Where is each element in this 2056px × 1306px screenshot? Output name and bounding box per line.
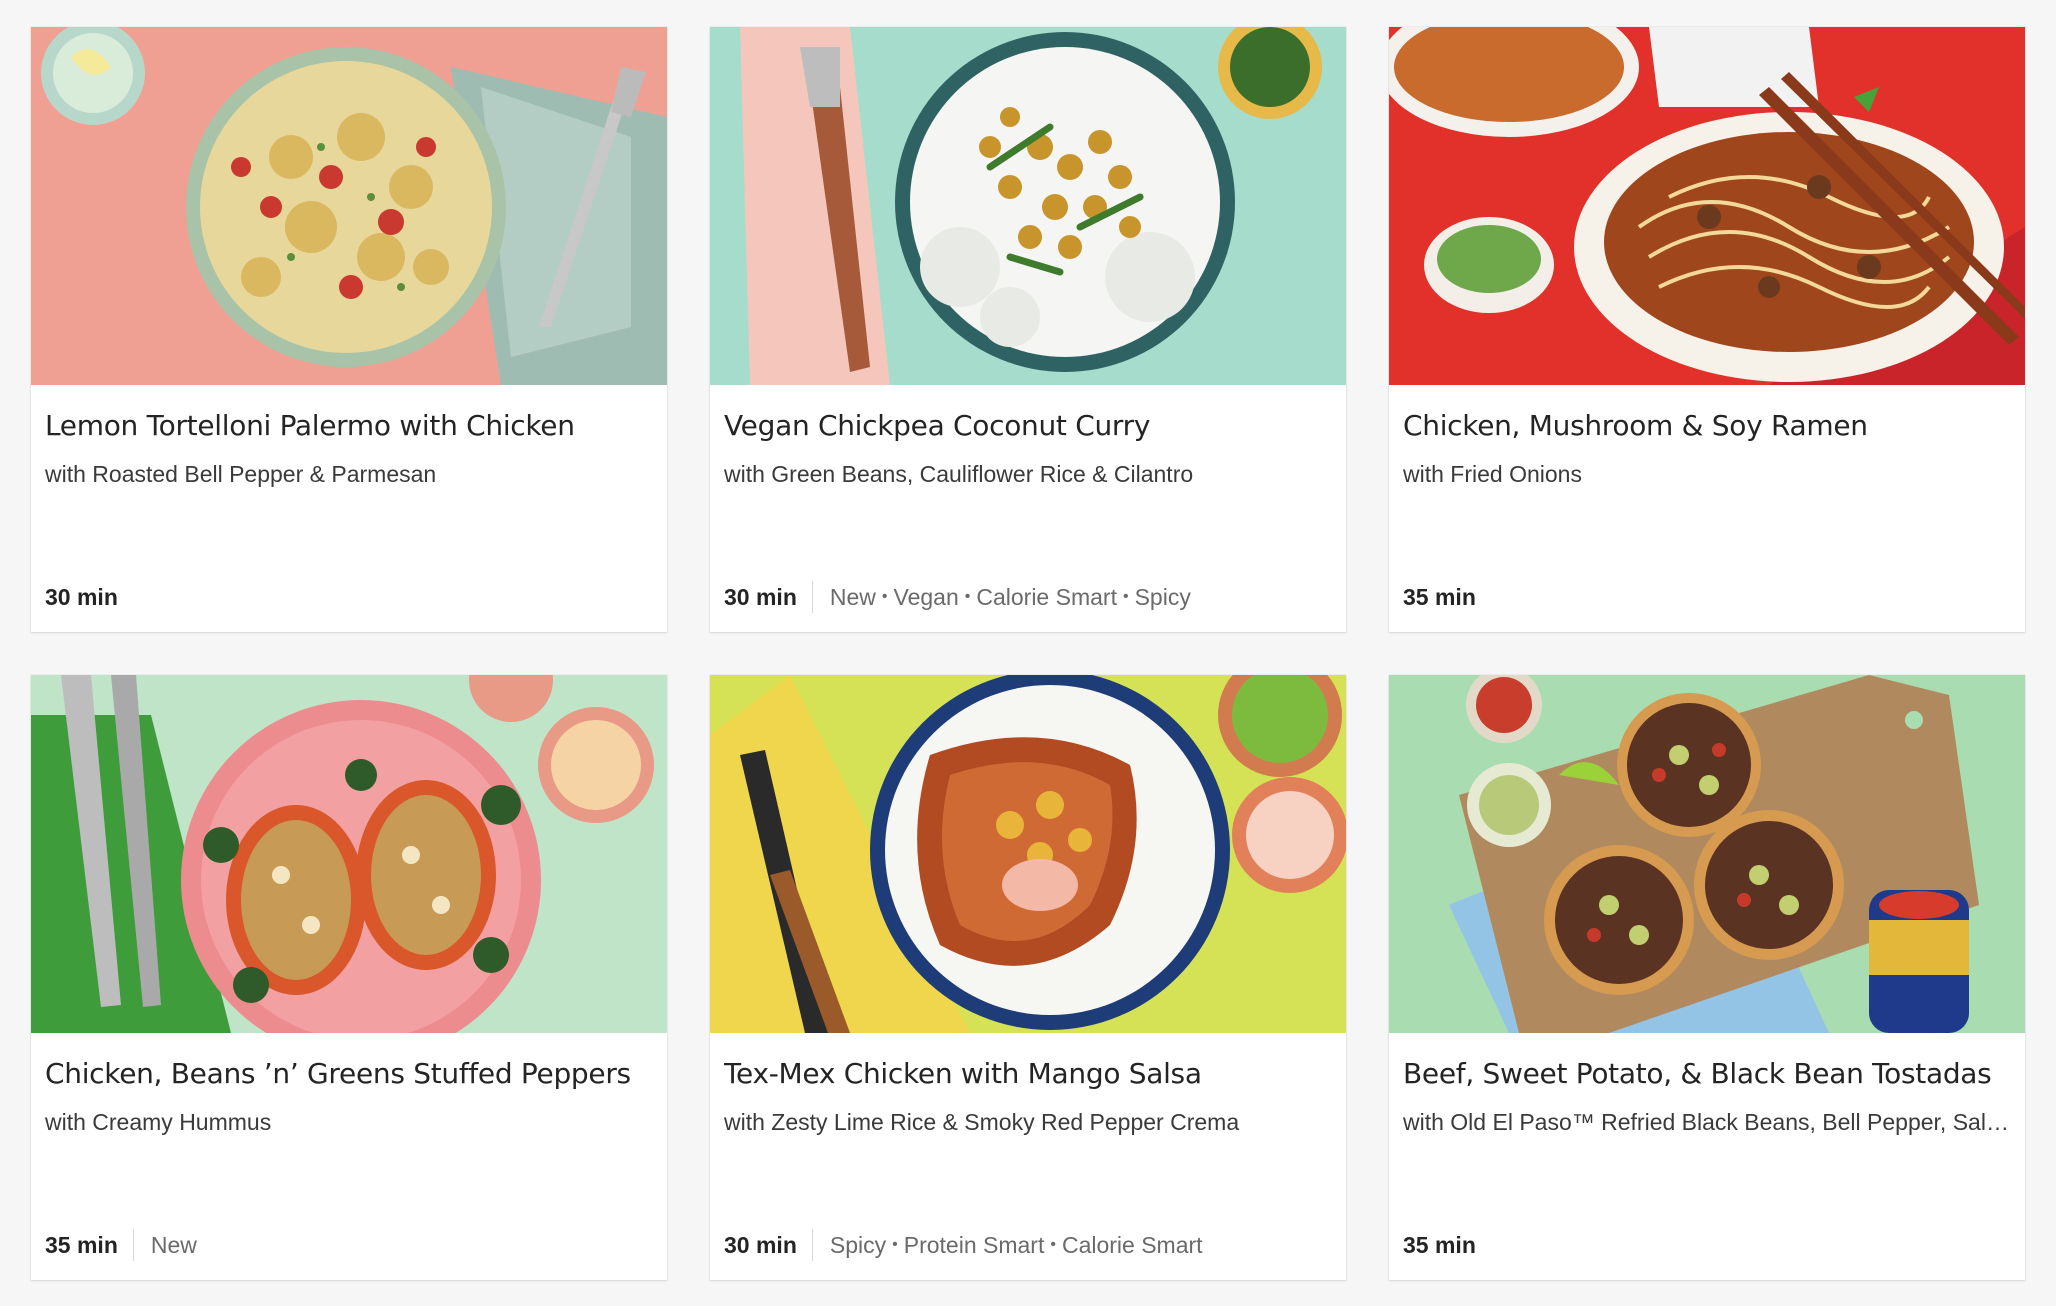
- meta-divider: [811, 581, 813, 613]
- recipe-meta: 35 min: [1403, 579, 2011, 615]
- cook-time: 30 min: [45, 583, 118, 610]
- recipe-subtitle: with Creamy Hummus: [45, 1109, 272, 1135]
- recipe-card[interactable]: Lemon Tortelloni Palermo with Chicken wi…: [31, 27, 667, 632]
- tag-separator: •: [892, 1236, 898, 1253]
- pasta-bowl-photo: [31, 27, 667, 385]
- recipe-subtitle: with Old El Paso™ Refried Black Beans, B…: [1403, 1109, 2011, 1135]
- recipe-meta: 35 min: [1403, 1227, 2011, 1263]
- tag-separator: •: [881, 588, 888, 605]
- recipe-image[interactable]: [1389, 27, 2025, 385]
- recipe-image[interactable]: [31, 675, 667, 1033]
- meta-divider: [811, 1229, 813, 1261]
- tag: Spicy: [1134, 583, 1191, 610]
- stuffed-peppers-photo: [31, 675, 667, 1033]
- tostadas-board-photo: [1389, 675, 2025, 1033]
- recipe-image[interactable]: [710, 27, 1346, 385]
- recipe-card[interactable]: Vegan Chickpea Coconut Curry with Green …: [710, 27, 1346, 632]
- recipe-image[interactable]: [31, 27, 667, 385]
- recipe-title[interactable]: Beef, Sweet Potato, & Black Bean Tostada…: [1403, 1057, 2011, 1090]
- recipe-image[interactable]: [1389, 675, 2025, 1033]
- recipe-title[interactable]: Vegan Chickpea Coconut Curry: [724, 409, 1332, 442]
- recipe-info: Chicken, Mushroom & Soy Ramen with Fried…: [1389, 385, 2025, 632]
- recipe-info: Beef, Sweet Potato, & Black Bean Tostada…: [1389, 1033, 2025, 1280]
- recipe-meta: 30 min Spicy • Protein Smart • Calorie S…: [724, 1227, 1332, 1263]
- recipe-card[interactable]: Chicken, Beans ’n’ Greens Stuffed Pepper…: [31, 675, 667, 1280]
- recipe-info: Lemon Tortelloni Palermo with Chicken wi…: [31, 385, 667, 632]
- recipe-meta: 35 min New: [45, 1227, 653, 1263]
- tag: Calorie Smart: [976, 583, 1117, 610]
- recipe-tags: New • Vegan • Calorie Smart • Spicy: [830, 584, 1191, 611]
- meta-divider: [132, 1229, 134, 1261]
- recipe-grid: Lemon Tortelloni Palermo with Chicken wi…: [31, 27, 2026, 1280]
- recipe-tags: New: [151, 1232, 197, 1259]
- recipe-info: Vegan Chickpea Coconut Curry with Green …: [710, 385, 1346, 632]
- recipe-tags: Spicy • Protein Smart • Calorie Smart: [830, 1232, 1203, 1259]
- chicken-rice-bowl-photo: [710, 675, 1346, 1033]
- tag-separator: •: [1050, 1236, 1056, 1253]
- recipe-card[interactable]: Tex-Mex Chicken with Mango Salsa with Ze…: [710, 675, 1346, 1280]
- recipe-subtitle: with Roasted Bell Pepper & Parmesan: [45, 461, 437, 487]
- tag: Spicy: [829, 1231, 887, 1258]
- cook-time: 35 min: [1403, 1231, 1476, 1258]
- recipe-meta: 30 min: [45, 579, 653, 615]
- cook-time: 35 min: [45, 1231, 118, 1258]
- cook-time: 35 min: [1403, 583, 1476, 610]
- cook-time: 30 min: [724, 1231, 797, 1258]
- recipe-meta: 30 min New • Vegan • Calorie Smart • Spi…: [724, 579, 1332, 615]
- cook-time: 30 min: [724, 583, 797, 610]
- recipe-subtitle: with Fried Onions: [1403, 461, 1582, 487]
- recipe-title[interactable]: Chicken, Mushroom & Soy Ramen: [1403, 409, 2011, 442]
- tag: Protein Smart: [903, 1231, 1045, 1258]
- recipe-subtitle: with Green Beans, Cauliflower Rice & Cil…: [724, 461, 1194, 487]
- tag-separator: •: [964, 588, 971, 605]
- curry-bowl-photo: [710, 27, 1346, 385]
- ramen-bowl-photo: [1389, 27, 2025, 385]
- tag: Vegan: [893, 583, 959, 610]
- recipe-title[interactable]: Tex-Mex Chicken with Mango Salsa: [724, 1057, 1332, 1090]
- recipe-image[interactable]: [710, 675, 1346, 1033]
- recipe-info: Chicken, Beans ’n’ Greens Stuffed Pepper…: [31, 1033, 667, 1280]
- recipe-card[interactable]: Chicken, Mushroom & Soy Ramen with Fried…: [1389, 27, 2025, 632]
- recipe-title[interactable]: Chicken, Beans ’n’ Greens Stuffed Pepper…: [45, 1057, 653, 1090]
- tag-separator: •: [1122, 588, 1129, 605]
- recipe-card[interactable]: Beef, Sweet Potato, & Black Bean Tostada…: [1389, 675, 2025, 1280]
- recipe-info: Tex-Mex Chicken with Mango Salsa with Ze…: [710, 1033, 1346, 1280]
- recipe-subtitle: with Zesty Lime Rice & Smoky Red Pepper …: [724, 1109, 1240, 1135]
- recipe-title[interactable]: Lemon Tortelloni Palermo with Chicken: [45, 409, 653, 442]
- tag: Calorie Smart: [1061, 1231, 1203, 1258]
- tag: New: [829, 583, 876, 610]
- tag: New: [150, 1231, 197, 1258]
